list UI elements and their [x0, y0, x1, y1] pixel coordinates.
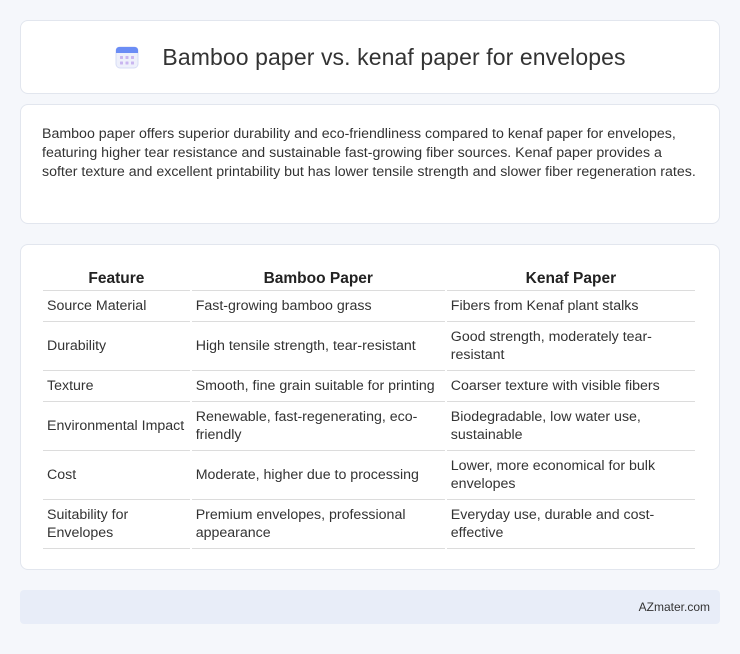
column-header-feature: Feature — [43, 264, 190, 291]
table-cell: Premium envelopes, professional appearan… — [191, 500, 445, 549]
intro-card: Bamboo paper offers superior durability … — [20, 104, 720, 224]
table-cell: Smooth, fine grain suitable for printing — [191, 371, 445, 402]
table-row: Texture Smooth, fine grain suitable for … — [43, 371, 695, 402]
table-row: Durability High tensile strength, tear-r… — [43, 322, 695, 371]
table-cell: Biodegradable, low water use, sustainabl… — [446, 402, 695, 451]
table-header-row: Feature Bamboo Paper Kenaf Paper — [43, 264, 695, 291]
table-cell: Suitability for Envelopes — [43, 500, 190, 549]
intro-text: Bamboo paper offers superior durability … — [42, 126, 696, 180]
footer-bar: AZmater.com — [20, 590, 720, 624]
table-cell: Good strength, moderately tear-resistant — [446, 322, 695, 371]
title-card: Bamboo paper vs. kenaf paper for envelop… — [20, 20, 720, 94]
table-cell: Environmental Impact — [43, 402, 190, 451]
table-cell: Texture — [43, 371, 190, 402]
footer-brand-link[interactable]: AZmater.com — [639, 600, 710, 614]
calendar-icon — [115, 46, 139, 69]
comparison-table: Feature Bamboo Paper Kenaf Paper Source … — [41, 264, 697, 549]
column-header-kenaf: Kenaf Paper — [446, 264, 695, 291]
table-cell: Fast-growing bamboo grass — [191, 291, 445, 322]
table-cell: Source Material — [43, 291, 190, 322]
table-cell: High tensile strength, tear-resistant — [191, 322, 445, 371]
table-cell: Moderate, higher due to processing — [191, 451, 445, 500]
table-cell: Cost — [43, 451, 190, 500]
table-cell: Lower, more economical for bulk envelope… — [446, 451, 695, 500]
table-cell: Renewable, fast-regenerating, eco-friend… — [191, 402, 445, 451]
table-row: Environmental Impact Renewable, fast-reg… — [43, 402, 695, 451]
table-row: Suitability for Envelopes Premium envelo… — [43, 500, 695, 549]
table-cell: Durability — [43, 322, 190, 371]
column-header-bamboo: Bamboo Paper — [191, 264, 445, 291]
comparison-table-card: Feature Bamboo Paper Kenaf Paper Source … — [20, 244, 720, 570]
table-row: Cost Moderate, higher due to processing … — [43, 451, 695, 500]
table-cell: Everyday use, durable and cost-effective — [446, 500, 695, 549]
table-row: Source Material Fast-growing bamboo gras… — [43, 291, 695, 322]
table-cell: Fibers from Kenaf plant stalks — [446, 291, 695, 322]
page-title: Bamboo paper vs. kenaf paper for envelop… — [162, 43, 626, 70]
table-cell: Coarser texture with visible fibers — [446, 371, 695, 402]
